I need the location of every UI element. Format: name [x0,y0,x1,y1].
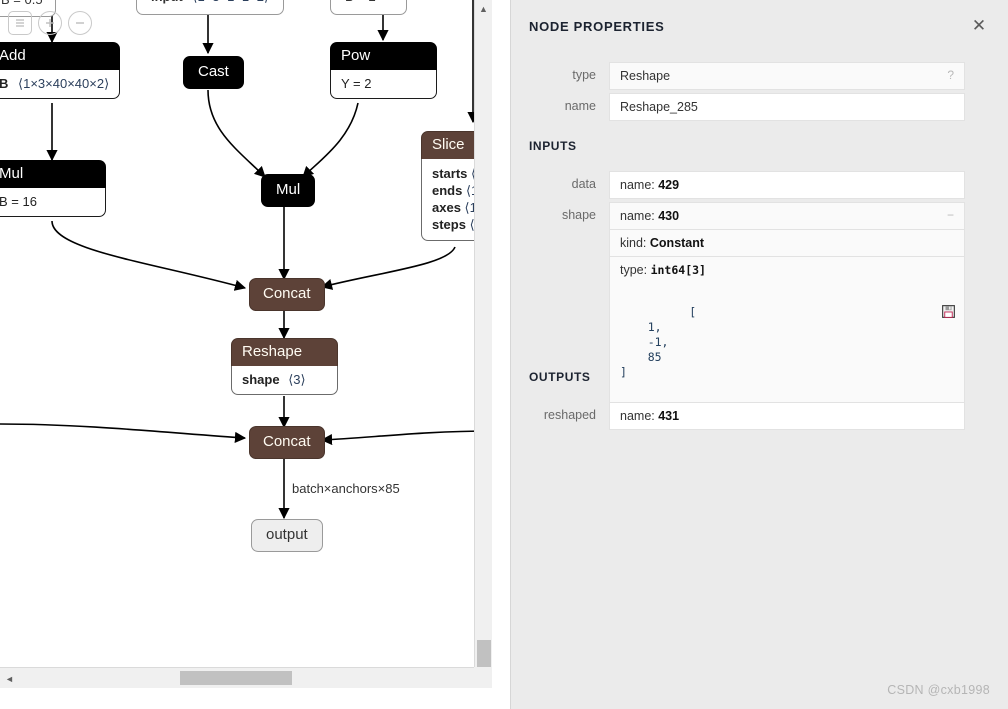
edge-label-output: batch×anchors×85 [292,481,400,496]
node-attr-key: shape [242,372,280,387]
shape-type-prefix: type: [620,263,651,277]
shape-kind-prefix: kind: [620,236,650,250]
scroll-left-arrow-icon[interactable]: ◄ [5,675,14,684]
outputs-heading: OUTPUTS [529,370,591,384]
node-label: output [251,519,323,552]
close-icon[interactable]: ✕ [970,16,988,35]
node-pow[interactable]: Pow Y = 2 [330,42,437,99]
node-label: Add [0,42,121,70]
node-label: B = 2 [330,0,407,15]
save-icon-glyph [942,305,955,318]
collapse-toggle-icon[interactable]: − [947,208,954,222]
node-attr-value: ⟨1×3×40×40×2⟩ [18,76,110,91]
node-cast[interactable]: Cast [183,56,244,89]
shape-type-field: type: int64[3] [609,256,965,283]
node-label: Concat [249,278,325,311]
node-label: Pow [330,42,437,70]
shape-kind-field: kind: Constant [609,229,965,256]
node-label: Mul [0,160,106,188]
node-attr-key: Y = 2 [330,70,437,99]
node-input-partial[interactable]: input ⟨1×3×1×1×2⟩ [136,0,285,15]
shape-name-field[interactable]: name: 430 − [609,202,965,229]
node-dims: ⟨1×3×1×1×2⟩ [192,0,269,4]
name-value: Reshape_285 [620,100,698,114]
node-output[interactable]: output [251,519,323,552]
shape-name-prefix: name: [620,209,659,223]
output-label: reshaped [543,408,596,422]
menu-icon-glyph [16,19,24,27]
reshaped-name-value: 431 [658,409,680,423]
node-b2-partial[interactable]: B = 2 [330,0,407,15]
reshaped-name-prefix: name: [620,409,659,423]
node-label: Reshape [231,338,338,366]
node-attr-key: B = 16 [0,188,106,217]
name-field[interactable]: Reshape_285 [609,93,965,121]
node-concat-1[interactable]: Concat [249,278,325,311]
node-label: Mul [261,174,316,207]
scroll-up-arrow-icon[interactable]: ▲ [479,5,488,14]
shape-input-group: name: 430 − kind: Constant type: int64[3… [609,202,965,420]
graph-vertical-scrollbar[interactable]: ▲ ▼ [474,0,492,688]
reshaped-output-field[interactable]: name: 431 [609,402,965,430]
type-field[interactable]: Reshape ? [609,62,965,90]
node-reshape[interactable]: Reshape shape ⟨3⟩ [231,338,338,395]
app-root: B = 0.5 input ⟨1×3×1×1×2⟩ B = 2 Add B ⟨1… [0,0,1008,709]
field-label: name [564,99,596,113]
plus-icon-glyph [46,19,54,27]
data-input-field[interactable]: name: 429 [609,171,965,199]
input-label: shape [561,208,596,222]
type-value: Reshape [620,69,671,83]
input-row-shape: shape name: 430 − kind: Constant type: i… [511,202,989,420]
node-properties-panel: NODE PROPERTIES ✕ type Reshape ? name Re… [510,0,1008,709]
node-attr-key: B [0,76,9,91]
save-icon[interactable] [859,290,955,337]
input-row-data: data name: 429 [511,171,989,199]
node-mul-mid[interactable]: Mul [261,174,316,207]
graph-horizontal-scrollbar[interactable]: ◄ ► [0,667,492,688]
node-concat-2[interactable]: Concat [249,426,325,459]
node-label: Cast [183,56,244,89]
tensor-text: [ 1, -1, 85 ] [620,305,697,379]
node-label: input [151,0,183,4]
node-label: Concat [249,426,325,459]
scrollbar-corner [474,667,492,688]
panel-title: NODE PROPERTIES [529,19,665,34]
zoom-out-icon[interactable] [68,11,92,35]
data-name-value: 429 [658,178,680,192]
field-label: type [572,68,596,82]
node-add[interactable]: Add B ⟨1×3×40×40×2⟩ [0,42,121,99]
shape-name-value: 430 [658,209,680,223]
inputs-heading: INPUTS [529,139,577,153]
node-mul-left[interactable]: Mul B = 16 [0,160,106,217]
minus-icon-glyph [76,22,84,24]
zoom-in-icon[interactable] [38,11,62,35]
input-label: data [571,177,596,191]
shape-tensor-value[interactable]: [ 1, -1, 85 ] [609,283,965,420]
data-name-prefix: name: [620,178,659,192]
help-icon[interactable]: ? [947,68,954,82]
menu-icon[interactable] [8,11,32,35]
graph-toolbar[interactable] [8,11,92,35]
field-row-type: type Reshape ? [511,62,989,90]
field-row-name: name Reshape_285 [511,93,989,121]
horizontal-scroll-thumb[interactable] [180,671,292,685]
shape-type-value: int64[3] [650,263,706,277]
output-row-reshaped: reshaped name: 431 [511,402,989,430]
watermark: CSDN @cxb1998 [887,683,990,697]
graph-canvas[interactable]: B = 0.5 input ⟨1×3×1×1×2⟩ B = 2 Add B ⟨1… [0,0,492,688]
shape-kind-value: Constant [649,236,705,250]
node-attr-count: ⟨3⟩ [288,372,306,387]
